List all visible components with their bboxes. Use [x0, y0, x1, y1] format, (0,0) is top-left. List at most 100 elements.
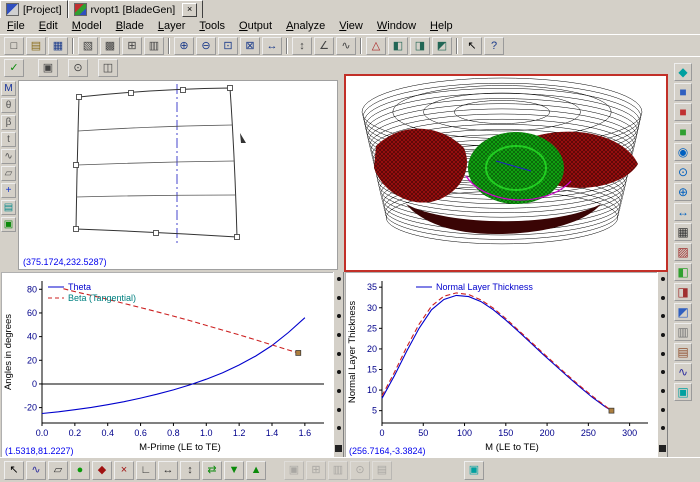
meridional-view-button[interactable]: M: [1, 81, 16, 96]
pointer-select-button[interactable]: ↖: [462, 37, 482, 55]
point-mode-button[interactable]: ▱: [1, 166, 16, 181]
table-view-button[interactable]: ▥: [144, 37, 164, 55]
shift-up-button[interactable]: ▲: [246, 461, 266, 480]
camera-view-button[interactable]: ▣: [674, 383, 692, 401]
strip-handle[interactable]: [659, 445, 666, 452]
close-icon[interactable]: ×: [182, 3, 197, 17]
control-point[interactable]: [74, 163, 79, 168]
thickness-view-button[interactable]: t: [1, 132, 16, 147]
measure-angle-button[interactable]: ∠: [314, 37, 334, 55]
side-view-button[interactable]: ■: [674, 123, 692, 141]
menu-help[interactable]: Help: [423, 19, 460, 33]
view-3d-shade-button[interactable]: ◨: [410, 37, 430, 55]
menu-layer[interactable]: Layer: [151, 19, 193, 33]
status-grip-button[interactable]: ▣: [464, 461, 484, 480]
spline-dot[interactable]: [661, 408, 665, 412]
theta-view-button[interactable]: θ: [1, 98, 16, 113]
menu-analyze[interactable]: Analyze: [279, 19, 332, 33]
marker-tool-button[interactable]: ◆: [92, 461, 112, 480]
lock-points-button[interactable]: ▣: [284, 461, 304, 480]
edit-mode-button[interactable]: ▣: [38, 59, 58, 77]
blade-3d-view[interactable]: [346, 76, 662, 266]
view-3d-box-button[interactable]: ◧: [388, 37, 408, 55]
thickness-chart-pane[interactable]: 0501001502002503005101520253035Normal La…: [345, 272, 658, 459]
snapshot-view-button[interactable]: ▣: [1, 217, 16, 232]
refresh-view-button[interactable]: ⊙: [68, 59, 88, 77]
control-point[interactable]: [228, 86, 233, 91]
zoom-window-button[interactable]: ⊡: [218, 37, 238, 55]
save-file-button[interactable]: ▦: [48, 37, 68, 55]
new-file-button[interactable]: □: [4, 37, 24, 55]
point-properties-button[interactable]: ▤: [372, 461, 392, 480]
delete-node-button[interactable]: ×: [114, 461, 134, 480]
zoom-extents-button[interactable]: ⊠: [240, 37, 260, 55]
control-point[interactable]: [129, 91, 134, 96]
link-points-button[interactable]: ⊞: [306, 461, 326, 480]
reset-view-button[interactable]: ⊙: [350, 461, 370, 480]
axes-toggle-button[interactable]: ∟: [136, 461, 156, 480]
control-point[interactable]: [181, 88, 186, 93]
shroud-display-button[interactable]: ◨: [674, 283, 692, 301]
blade-display-button[interactable]: ◩: [674, 303, 692, 321]
spline-dot[interactable]: [661, 389, 665, 393]
spline-dot[interactable]: [661, 352, 665, 356]
flip-vertical-button[interactable]: ↕: [180, 461, 200, 480]
control-point[interactable]: [154, 231, 159, 236]
shift-down-button[interactable]: ▼: [224, 461, 244, 480]
spline-dot[interactable]: [661, 296, 665, 300]
beta-view-button[interactable]: β: [1, 115, 16, 130]
angle-chart[interactable]: 0.00.20.40.60.81.01.21.41.6-20020406080T…: [2, 273, 331, 456]
strip-handle[interactable]: [335, 445, 342, 452]
surface-toggle-button[interactable]: ▨: [674, 243, 692, 261]
axis-triad-button[interactable]: △: [366, 37, 386, 55]
open-file-button[interactable]: ▤: [26, 37, 46, 55]
zoom-3d-button[interactable]: ⊕: [674, 183, 692, 201]
spline-dot[interactable]: [337, 314, 341, 318]
flip-horizontal-button[interactable]: ↔: [158, 461, 178, 480]
iso-view-button[interactable]: ◆: [674, 63, 692, 81]
menu-edit[interactable]: Edit: [32, 19, 65, 33]
menu-view[interactable]: View: [332, 19, 370, 33]
zoom-in-button[interactable]: ⊕: [174, 37, 194, 55]
pan-3d-button[interactable]: ↔: [674, 203, 692, 221]
spline-dot[interactable]: [337, 426, 341, 430]
spline-dot[interactable]: [337, 370, 341, 374]
spin-view-button[interactable]: ⊙: [674, 163, 692, 181]
meridional-pane[interactable]: (375.1724,232.5287): [18, 80, 338, 270]
spline-dot[interactable]: [337, 296, 341, 300]
spline-dot[interactable]: [661, 314, 665, 318]
layer-control-button[interactable]: ▩: [100, 37, 120, 55]
point-table-button[interactable]: ▥: [328, 461, 348, 480]
control-point[interactable]: [235, 235, 240, 240]
meridional-sketch[interactable]: [19, 81, 335, 251]
spline-dot[interactable]: [337, 277, 341, 281]
menu-blade[interactable]: Blade: [109, 19, 151, 33]
spline-tool-button[interactable]: ∿: [26, 461, 46, 480]
menu-tools[interactable]: Tools: [192, 19, 232, 33]
menu-output[interactable]: Output: [232, 19, 279, 33]
menu-window[interactable]: Window: [370, 19, 423, 33]
report-view-button[interactable]: ▤: [674, 343, 692, 361]
add-node-button[interactable]: ●: [70, 461, 90, 480]
context-help-button[interactable]: ?: [484, 37, 504, 55]
view-3d-wire-button[interactable]: ◩: [432, 37, 452, 55]
apply-changes-button[interactable]: ✓: [4, 59, 24, 77]
tab-bladegen[interactable]: rvopt1 [BladeGen] ×: [68, 0, 204, 18]
spline-dot[interactable]: [337, 389, 341, 393]
pan-view-button[interactable]: ↔: [262, 37, 282, 55]
top-view-button[interactable]: ■: [674, 103, 692, 121]
add-point-button[interactable]: +: [1, 183, 16, 198]
menu-file[interactable]: File: [0, 19, 32, 33]
section-curve-button[interactable]: ∿: [336, 37, 356, 55]
grid-toggle-button[interactable]: ⊞: [122, 37, 142, 55]
rotate-view-button[interactable]: ◉: [674, 143, 692, 161]
mesh-toggle-button[interactable]: ▦: [674, 223, 692, 241]
stream-view-button[interactable]: ∿: [1, 149, 16, 164]
tab-project[interactable]: [Project]: [0, 0, 68, 18]
hub-display-button[interactable]: ◧: [674, 263, 692, 281]
control-point[interactable]: [77, 95, 82, 100]
control-point[interactable]: [74, 227, 79, 232]
menu-model[interactable]: Model: [65, 19, 109, 33]
cascade-display-button[interactable]: ▥: [674, 323, 692, 341]
front-view-button[interactable]: ■: [674, 83, 692, 101]
